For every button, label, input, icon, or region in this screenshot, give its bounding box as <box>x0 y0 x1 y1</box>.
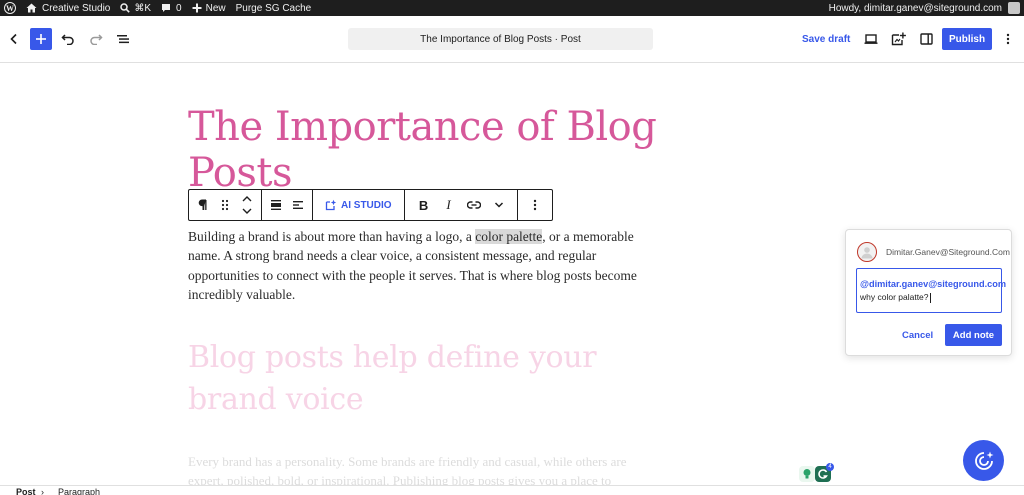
block-breadcrumb: Post › Paragraph <box>0 485 1024 495</box>
text-caret <box>929 292 931 303</box>
ai-assistant-button[interactable] <box>963 440 1004 481</box>
block-controls-group <box>189 190 262 220</box>
desktop-preview-icon <box>864 34 878 44</box>
site-name: Creative Studio <box>42 2 111 14</box>
link-button[interactable] <box>461 190 487 220</box>
save-draft-button[interactable]: Save draft <box>794 28 858 50</box>
command-palette-button[interactable]: ⌘K <box>115 0 156 16</box>
text-align-button[interactable] <box>287 190 309 220</box>
undo-button[interactable] <box>57 28 79 50</box>
ai-studio-icon <box>325 199 337 211</box>
drag-handle-icon <box>221 199 229 211</box>
extension-badge: 4 <box>826 463 834 471</box>
block-type-button[interactable] <box>192 190 214 220</box>
new-label: New <box>205 2 226 14</box>
link-icon <box>466 201 481 209</box>
document-overview-button[interactable] <box>112 28 134 50</box>
breadcrumb-post[interactable]: Post <box>16 486 36 495</box>
alignment-group <box>262 190 313 220</box>
document-title: The Importance of Blog Posts · Post <box>420 33 581 45</box>
block-align-button[interactable] <box>265 190 287 220</box>
note-textarea[interactable]: @dimitar.ganev@siteground.com why color … <box>856 268 1007 313</box>
bold-button[interactable]: B <box>411 190 437 220</box>
list-view-icon <box>117 35 129 44</box>
plus-icon <box>36 34 46 44</box>
note-popover: Dimitar.Ganev@Siteground.Com @dimitar.ga… <box>845 229 1012 356</box>
home-icon <box>26 3 37 13</box>
move-block-buttons[interactable] <box>236 190 258 220</box>
notes-button[interactable] <box>888 28 910 50</box>
undo-icon <box>61 34 74 45</box>
note-author: Dimitar.Ganev@Siteground.Com <box>886 247 1010 257</box>
purge-label: Purge SG Cache <box>235 2 312 14</box>
avatar-icon <box>861 247 873 259</box>
chevron-down-icon <box>494 202 503 208</box>
paragraph-text-start: Building a brand is about more than havi… <box>188 229 476 244</box>
cancel-button[interactable]: Cancel <box>896 324 939 346</box>
editor-header: The Importance of Blog Posts · Post Save… <box>0 16 1024 63</box>
document-title-bar[interactable]: The Importance of Blog Posts · Post <box>348 28 653 50</box>
search-shortcut: ⌘K <box>134 2 152 14</box>
wordpress-logo[interactable]: W <box>0 0 21 16</box>
extension-button-1[interactable] <box>799 466 815 482</box>
block-options-button[interactable] <box>524 190 546 220</box>
breadcrumb-paragraph[interactable]: Paragraph <box>58 486 100 495</box>
kebab-menu-icon <box>533 199 536 211</box>
add-note-button[interactable]: Add note <box>945 324 1002 346</box>
more-formatting-button[interactable] <box>487 190 511 220</box>
notes-icon <box>891 32 906 46</box>
drag-handle[interactable] <box>214 190 236 220</box>
publish-button[interactable]: Publish <box>942 28 992 50</box>
comments-link[interactable]: 0 <box>156 0 187 16</box>
author-avatar <box>857 242 877 262</box>
block-toolbar: AI STUDIO B I <box>188 189 553 221</box>
back-button[interactable] <box>3 28 25 50</box>
comments-count: 0 <box>176 2 182 14</box>
sidebar-icon <box>919 33 933 45</box>
block-inserter-button[interactable] <box>30 28 52 50</box>
post-title[interactable]: The Importance of Blog Posts <box>188 104 658 196</box>
move-up-down-icon <box>242 196 252 214</box>
redo-icon <box>90 34 103 45</box>
comment-icon <box>162 4 171 12</box>
site-name-link[interactable]: Creative Studio <box>21 0 115 16</box>
admin-bar: W Creative Studio ⌘K 0 New Purge SG Cach… <box>0 0 1024 16</box>
paragraph-icon <box>198 199 207 210</box>
mention-text: @dimitar.ganev@siteground.com <box>860 279 1007 289</box>
svg-text:W: W <box>6 4 14 13</box>
lightbulb-icon <box>803 469 811 479</box>
editor-screen: W Creative Studio ⌘K 0 New Purge SG Cach… <box>0 0 1024 495</box>
ai-studio-button[interactable]: AI STUDIO <box>313 190 404 220</box>
new-content-link[interactable]: New <box>187 0 231 16</box>
wordpress-icon: W <box>4 2 16 14</box>
search-icon <box>120 3 131 13</box>
heading-block[interactable]: Blog posts help define your brand voice <box>188 337 658 421</box>
ai-assistant-icon <box>974 451 993 470</box>
options-group <box>518 190 552 220</box>
note-body: why color palatte? <box>860 291 997 304</box>
kebab-menu-icon <box>1006 33 1010 45</box>
preview-button[interactable] <box>860 28 882 50</box>
plus-icon <box>192 3 202 13</box>
ai-studio-label: AI STUDIO <box>341 199 392 211</box>
howdy-text: Howdy, dimitar.ganev@siteground.com <box>828 2 1002 14</box>
format-group: B I <box>405 190 518 220</box>
note-text: why color palatte? <box>860 292 929 302</box>
redo-button[interactable] <box>85 28 107 50</box>
back-chevron-icon <box>10 33 17 45</box>
settings-sidebar-button[interactable] <box>915 28 937 50</box>
paragraph-block[interactable]: Building a brand is about more than havi… <box>188 227 658 304</box>
highlighted-text: color palette <box>475 229 543 244</box>
align-icon <box>271 200 281 210</box>
purge-cache-link[interactable]: Purge SG Cache <box>231 0 317 16</box>
ai-group: AI STUDIO <box>313 190 405 220</box>
account-menu[interactable]: Howdy, dimitar.ganev@siteground.com <box>829 0 1020 16</box>
options-menu-button[interactable] <box>997 28 1019 50</box>
admin-avatar <box>1008 2 1020 14</box>
breadcrumb-separator: › <box>41 487 44 495</box>
italic-button[interactable]: I <box>437 190 461 220</box>
text-align-icon <box>293 201 303 209</box>
